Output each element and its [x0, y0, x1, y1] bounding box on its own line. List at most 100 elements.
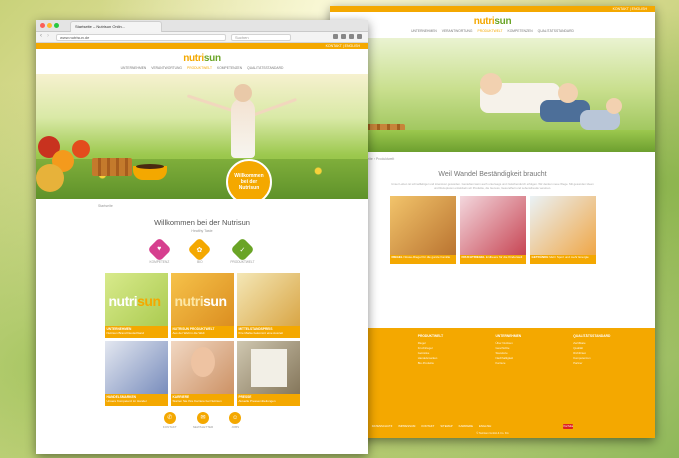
nav-item[interactable]: QUALITÄTSSTANDARD	[247, 66, 283, 72]
jobs-item[interactable]: ☺ JOBS	[229, 412, 242, 429]
footer-link[interactable]: Karriere	[496, 361, 568, 366]
teaser-tile[interactable]: KARRIERE Starten Sie Ihre Karriere bei Nu…	[170, 341, 234, 406]
category-item[interactable]: ✿ BIO	[187, 237, 212, 264]
footer-column-title: UNTERNEHMEN	[495, 334, 522, 338]
teaser-tile[interactable]: PRESSE Aktuelle Pressemitteilungen	[236, 341, 300, 406]
check-icon: ✓	[230, 237, 255, 262]
back-intro-text: Unser Leben ist schnelllebiger und inten…	[391, 182, 594, 190]
tile-text: Aus der Welt in die Welt	[172, 331, 205, 335]
nav-item[interactable]: QUALITÄTSSTANDARD	[538, 29, 574, 35]
category-item[interactable]: ♥ KOMPETENZ	[147, 237, 172, 264]
forward-arrow-icon[interactable]: ›	[47, 33, 49, 39]
front-logo[interactable]: nutrisun	[36, 53, 368, 64]
nav-item[interactable]: UNTERNEHMEN	[411, 29, 437, 35]
category-icons: ♥ KOMPETENZ ✿ BIO ✓ PRODUKTWELT	[36, 237, 368, 264]
nav-item[interactable]: PRODUKTWELT	[478, 29, 503, 35]
contact-label: NEWSLETTER	[192, 425, 214, 429]
product-teaser[interactable]: RIEGEL Nüsse-Riegel für die ganze Famili…	[389, 196, 456, 264]
footer-link[interactable]: Partner	[573, 361, 645, 366]
front-browser-window: Startseite – Nutrisun Onlin... ‹ › www.n…	[36, 20, 368, 454]
footer-column: UNTERNEHMEN Über Nutrisun Geschichte Sta…	[496, 334, 568, 366]
nav-item[interactable]: KOMPETENZEN	[508, 29, 533, 35]
front-subheading: Healthy Taste	[191, 229, 213, 233]
category-item[interactable]: ✓ PRODUKTWELT	[230, 237, 255, 264]
front-topbar[interactable]: KONTAKT | ENGLISH	[36, 43, 368, 49]
footer-column-title: PRODUKTWELT	[417, 334, 444, 338]
browser-toolbar: ‹ › www.nutrisun.de Suchen	[36, 32, 368, 43]
product-teasers: RIEGEL Nüsse-Riegel für die ganze Famili…	[330, 196, 655, 264]
leaf-icon: ✿	[187, 237, 212, 262]
product-teaser[interactable]: FRUCHTRIEGEL Erdbeere für die Kinderwelt	[459, 196, 526, 264]
nav-item[interactable]: UNTERNEHMEN	[121, 66, 147, 72]
back-browser-window: KONTAKT | ENGLISH nutrisun UNTERNEHMEN V…	[330, 6, 655, 438]
mail-icon: ✉	[196, 412, 209, 424]
back-footer: NUTRISUN Startseite Kontakt Impressum / …	[330, 328, 655, 438]
back-topbar[interactable]: KONTAKT | ENGLISH	[330, 6, 655, 12]
teaser-tile[interactable]: HANDELSMARKEN Unsere Kompetenz im Handel	[104, 341, 168, 406]
nav-item[interactable]: KOMPETENZEN	[217, 66, 242, 72]
bookmark-icon[interactable]	[333, 34, 338, 39]
nutrisun-wordmark: nutrisun	[108, 293, 162, 309]
home-icon[interactable]	[349, 34, 354, 39]
tile-text: Nutrisun Brand Deutschland	[106, 331, 145, 335]
product-title: RIEGEL	[391, 255, 403, 259]
footer-column: PRODUKTWELT Riegel Fruchtriegel Getränke…	[418, 334, 490, 366]
family-hero-image	[330, 38, 655, 152]
product-text: Erdbeere für die Kinderwelt	[485, 255, 523, 259]
close-window-icon[interactable]	[40, 23, 45, 28]
front-main-nav: UNTERNEHMEN VERANTWORTUNG PRODUKTWELT KO…	[36, 66, 368, 72]
front-page-heading: Willkommen bei der Nutrisun	[154, 218, 250, 227]
product-title: GETRÄNKE	[531, 255, 549, 259]
category-label: KOMPETENZ	[149, 260, 170, 264]
contact-label: KONTAKT	[162, 425, 177, 429]
minimize-window-icon[interactable]	[47, 23, 52, 28]
copyright: © Nutrisun GmbH & Co. KG	[476, 432, 509, 435]
contact-item[interactable]: ✆ KONTAKT	[163, 412, 177, 429]
bottom-link[interactable]: KARRIERE	[459, 424, 473, 428]
user-icon: ☺	[229, 412, 242, 424]
bottom-link[interactable]: KONTAKT	[421, 424, 434, 428]
bottom-link[interactable]: IMPRESSUM	[398, 424, 415, 428]
hero-image: Willkommen bei der Nutrisun	[36, 74, 368, 199]
footer-link[interactable]: Bio-Produkte	[418, 361, 490, 366]
browser-tab[interactable]: Startseite – Nutrisun Onlin...	[70, 21, 162, 32]
phone-icon: ✆	[163, 412, 176, 424]
menu-icon[interactable]	[357, 34, 362, 39]
product-teaser[interactable]: GETRÄNKE Mehr Sport und mehr Energie	[529, 196, 596, 264]
nav-item[interactable]: PRODUKTWELT	[187, 66, 212, 72]
tile-text: Starten Sie Ihre Karriere bei Nutrisun	[172, 399, 222, 403]
welcome-badge[interactable]: Willkommen bei der Nutrisun	[226, 159, 272, 199]
footer-column: QUALITÄTSSTANDARD Zertifikate Qualität R…	[573, 334, 645, 366]
back-logo[interactable]: nutrisun	[330, 16, 655, 27]
contact-label: JOBS	[231, 425, 240, 429]
teaser-tile[interactable]: MITTELSTANDSPREIS Ihre Marke bekommt eine…	[236, 273, 300, 338]
download-icon[interactable]	[341, 34, 346, 39]
back-arrow-icon[interactable]: ‹	[40, 33, 42, 39]
nav-item[interactable]: VERANTWORTUNG	[151, 66, 182, 72]
teaser-tile[interactable]: nutrisun NUTRISUN PRODUKTWELT Aus der Wel…	[170, 273, 234, 338]
category-label: BIO	[197, 260, 203, 264]
url-bar[interactable]: www.nutrisun.de	[56, 34, 226, 41]
tile-text: Aktuelle Pressemitteilungen	[238, 399, 276, 403]
bottom-link[interactable]: ENGLISH	[479, 424, 491, 428]
nav-item[interactable]: VERANTWORTUNG	[442, 29, 473, 35]
back-main-nav: UNTERNEHMEN VERANTWORTUNG PRODUKTWELT KO…	[330, 29, 655, 35]
bottom-link[interactable]: DATENSCHUTZ	[372, 424, 393, 428]
tile-text: Unsere Kompetenz im Handel	[106, 399, 147, 403]
youtube-icon[interactable]: YouTube	[563, 424, 573, 429]
contact-icons: ✆ KONTAKT ✉ NEWSLETTER ☺ JOBS	[36, 412, 368, 429]
back-breadcrumb[interactable]: Startseite › Produktwelt	[358, 157, 655, 161]
bottom-link[interactable]: SITEMAP	[440, 424, 452, 428]
browser-search-field[interactable]: Suchen	[231, 34, 291, 41]
category-label: PRODUKTWELT	[230, 260, 255, 264]
heart-icon: ♥	[147, 237, 172, 262]
maximize-window-icon[interactable]	[54, 23, 59, 28]
newsletter-item[interactable]: ✉ NEWSLETTER	[192, 412, 214, 429]
product-text: Mehr Sport und mehr Energie	[549, 255, 589, 259]
footer-column-title: QUALITÄTSSTANDARD	[573, 334, 611, 338]
product-title: FRUCHTRIEGEL	[461, 255, 486, 259]
tile-text: Ihre Marke bekommt eine Auszeit	[238, 331, 284, 335]
teaser-tile[interactable]: nutrisun UNTERNEHMEN Nutrisun Brand Deuts…	[104, 273, 168, 338]
front-breadcrumb[interactable]: Startseite	[98, 204, 368, 208]
nutrisun-wordmark: nutrisun	[174, 293, 228, 309]
